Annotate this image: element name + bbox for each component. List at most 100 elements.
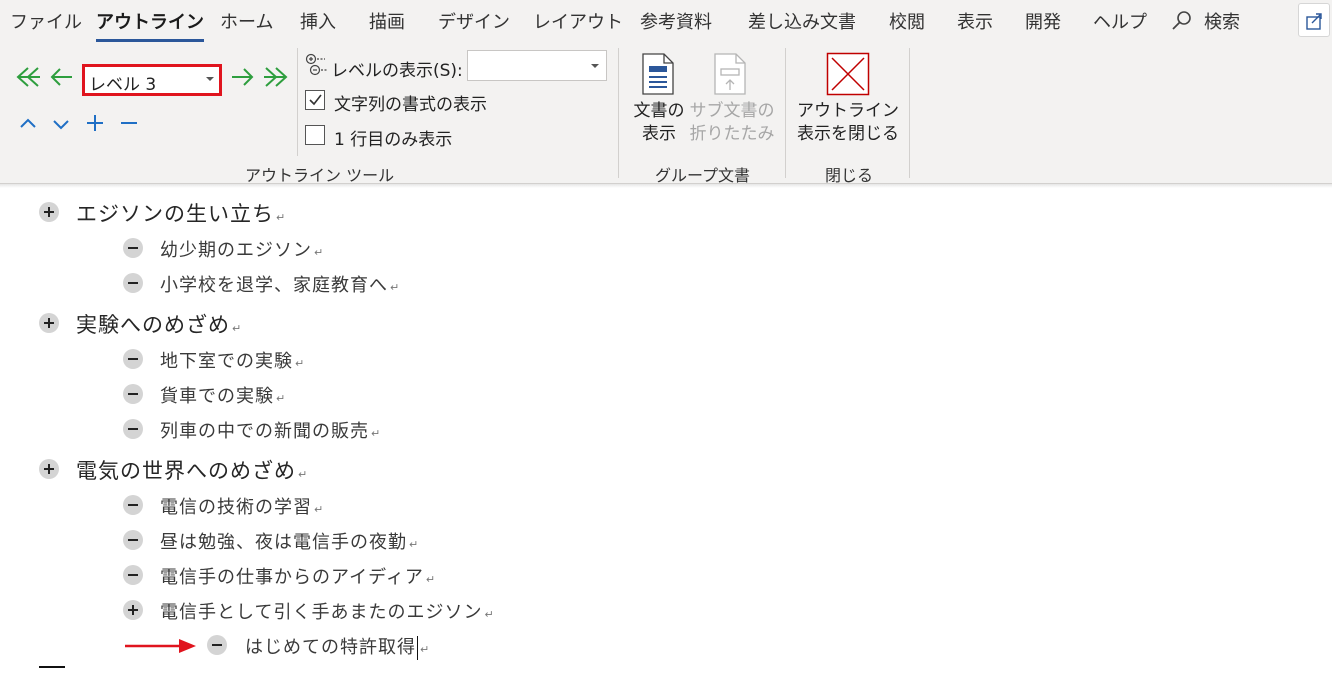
tab-design[interactable]: デザイン xyxy=(438,8,510,34)
show-document-label-1: 文書の xyxy=(633,101,685,121)
outline-item-text: 列車の中での新聞の販売 xyxy=(160,421,369,442)
outline-item-text: 幼少期のエジソン xyxy=(160,240,312,261)
tab-home[interactable]: ホーム xyxy=(220,8,273,34)
close-outline-label-1: アウトライン xyxy=(797,101,899,121)
red-arrow-icon xyxy=(125,639,196,653)
outline-item-text: はじめての特許取得 xyxy=(245,637,416,658)
tab-file[interactable]: ファイル xyxy=(10,8,82,34)
show-text-formatting-label[interactable]: 文字列の書式の表示 xyxy=(334,90,487,115)
paragraph-mark: ↵ xyxy=(409,538,419,551)
chevron-down-icon xyxy=(206,77,214,81)
divider xyxy=(785,48,786,178)
collapse-icon[interactable] xyxy=(114,108,144,138)
tab-references[interactable]: 参考資料 xyxy=(640,8,712,34)
collapse-subdocuments-button: サブ文書の 折りたたみ xyxy=(688,100,776,146)
expand-icon[interactable] xyxy=(80,108,110,138)
paragraph-mark: ↵ xyxy=(276,392,286,405)
move-down-icon[interactable] xyxy=(47,108,77,138)
paragraph-mark: ↵ xyxy=(420,643,430,656)
outline-item-text: エジソンの生い立ち xyxy=(76,202,274,226)
show-text-formatting-checkbox[interactable] xyxy=(305,90,325,110)
outline-item-text: 電信手として引く手あまたのエジソン xyxy=(160,602,483,623)
expand-bullet-icon[interactable] xyxy=(39,459,59,479)
outline-item-text: 電気の世界へのめざめ xyxy=(76,459,296,483)
collapse-bullet-icon[interactable] xyxy=(123,530,143,550)
show-document-label-2: 表示 xyxy=(642,124,676,144)
show-document-icon[interactable] xyxy=(640,52,676,96)
promote-icon[interactable] xyxy=(47,62,77,92)
collapse-subdocuments-icon xyxy=(712,52,748,96)
paragraph-mark: ↵ xyxy=(425,573,436,586)
close-outline-icon[interactable] xyxy=(826,52,870,96)
outline-item-text: 地下室での実験 xyxy=(160,351,293,372)
tab-draw[interactable]: 描画 xyxy=(369,8,405,34)
outline-item-text: 実験へのめざめ xyxy=(76,313,230,337)
show-first-line-only-checkbox[interactable] xyxy=(305,125,325,145)
paragraph-mark: ↵ xyxy=(371,427,381,440)
outline-item-text: 電信の技術の学習 xyxy=(160,497,312,518)
move-up-icon[interactable] xyxy=(14,108,44,138)
collapse-bullet-icon[interactable] xyxy=(123,238,143,258)
paragraph-mark: ↵ xyxy=(295,357,305,370)
show-level-label: レベルの表示(S): xyxy=(331,61,463,81)
collapse-bullet-icon[interactable] xyxy=(123,419,143,439)
chevron-down-icon xyxy=(591,64,599,68)
show-level-select[interactable] xyxy=(467,50,607,81)
collapse-bullet-icon[interactable] xyxy=(123,349,143,369)
outline-item-text: 電信手の仕事からのアイディア xyxy=(160,567,424,588)
outline-level-value: レベル 3 xyxy=(89,75,157,95)
share-icon xyxy=(1306,13,1322,30)
collapse-bullet-icon[interactable] xyxy=(123,273,143,293)
collapse-bullet-icon[interactable] xyxy=(207,635,227,655)
ribbon: レベル 3 レベルの表示(S): 文字列の書式の表示 1 行目のみ表示 アウトラ… xyxy=(0,44,1332,185)
close-outline-view-button[interactable]: アウトライン 表示を閉じる xyxy=(795,100,901,146)
checkmark-icon xyxy=(309,94,322,106)
expand-bullet-icon[interactable] xyxy=(39,202,59,222)
show-first-line-only-label[interactable]: 1 行目のみ表示 xyxy=(334,125,452,150)
group-label-close: 閉じる xyxy=(825,166,874,185)
collapse-subdocuments-label-1: サブ文書の xyxy=(689,101,775,121)
tab-review[interactable]: 校閲 xyxy=(889,8,925,34)
outline-level-select[interactable]: レベル 3 xyxy=(82,64,222,96)
tab-layout[interactable]: レイアウト xyxy=(533,8,623,34)
tab-help[interactable]: ヘルプ xyxy=(1093,8,1147,34)
divider xyxy=(618,48,619,178)
search-label[interactable]: 検索 xyxy=(1204,8,1240,34)
collapse-bullet-icon[interactable] xyxy=(123,565,143,585)
group-label-outline-tools: アウトライン ツール xyxy=(245,166,395,185)
paragraph-mark: ↵ xyxy=(232,322,242,335)
paragraph-mark: ↵ xyxy=(298,468,308,481)
divider xyxy=(909,48,910,178)
demote-to-body-icon[interactable] xyxy=(261,62,291,92)
collapse-bullet-icon[interactable] xyxy=(123,384,143,404)
search-icon[interactable] xyxy=(1171,10,1193,32)
end-of-document-mark xyxy=(39,666,65,668)
show-document-button[interactable]: 文書の 表示 xyxy=(628,100,690,146)
paragraph-mark: ↵ xyxy=(276,211,286,224)
tab-mailings[interactable]: 差し込み文書 xyxy=(748,8,856,34)
outline-item-text: 昼は勉強、夜は電信手の夜勤 xyxy=(160,532,407,553)
group-label-master-document: グループ文書 xyxy=(655,166,751,185)
tab-insert[interactable]: 挿入 xyxy=(300,8,336,34)
outline-item-text: 小学校を退学、家庭教育へ xyxy=(160,275,388,296)
text-cursor xyxy=(417,636,418,660)
document-area[interactable]: エジソンの生い立ち ↵ 幼少期のエジソン ↵ 小学校を退学、家庭教育へ ↵ 実験へのめ… xyxy=(0,188,1332,693)
paragraph-mark: ↵ xyxy=(314,503,324,516)
tab-outline[interactable]: アウトライン xyxy=(96,8,204,42)
tab-view[interactable]: 表示 xyxy=(957,8,993,34)
divider xyxy=(297,48,298,156)
collapse-bullet-icon[interactable] xyxy=(123,495,143,515)
expand-bullet-icon[interactable] xyxy=(39,313,59,333)
paragraph-mark: ↵ xyxy=(314,246,324,259)
show-level-icon xyxy=(305,52,329,78)
outline-item-text: 貨車での実験 xyxy=(160,386,274,407)
demote-icon[interactable] xyxy=(227,62,257,92)
paragraph-mark: ↵ xyxy=(484,608,494,621)
share-button[interactable] xyxy=(1298,3,1330,37)
menu-bar: ファイル アウトライン ホーム 挿入 描画 デザイン レイアウト 参考資料 差し… xyxy=(0,0,1332,44)
close-outline-label-2: 表示を閉じる xyxy=(797,124,899,144)
tab-developer[interactable]: 開発 xyxy=(1025,8,1061,34)
collapse-subdocuments-label-2: 折りたたみ xyxy=(689,124,775,144)
expand-bullet-icon[interactable] xyxy=(123,600,143,620)
promote-to-heading1-icon[interactable] xyxy=(13,62,43,92)
